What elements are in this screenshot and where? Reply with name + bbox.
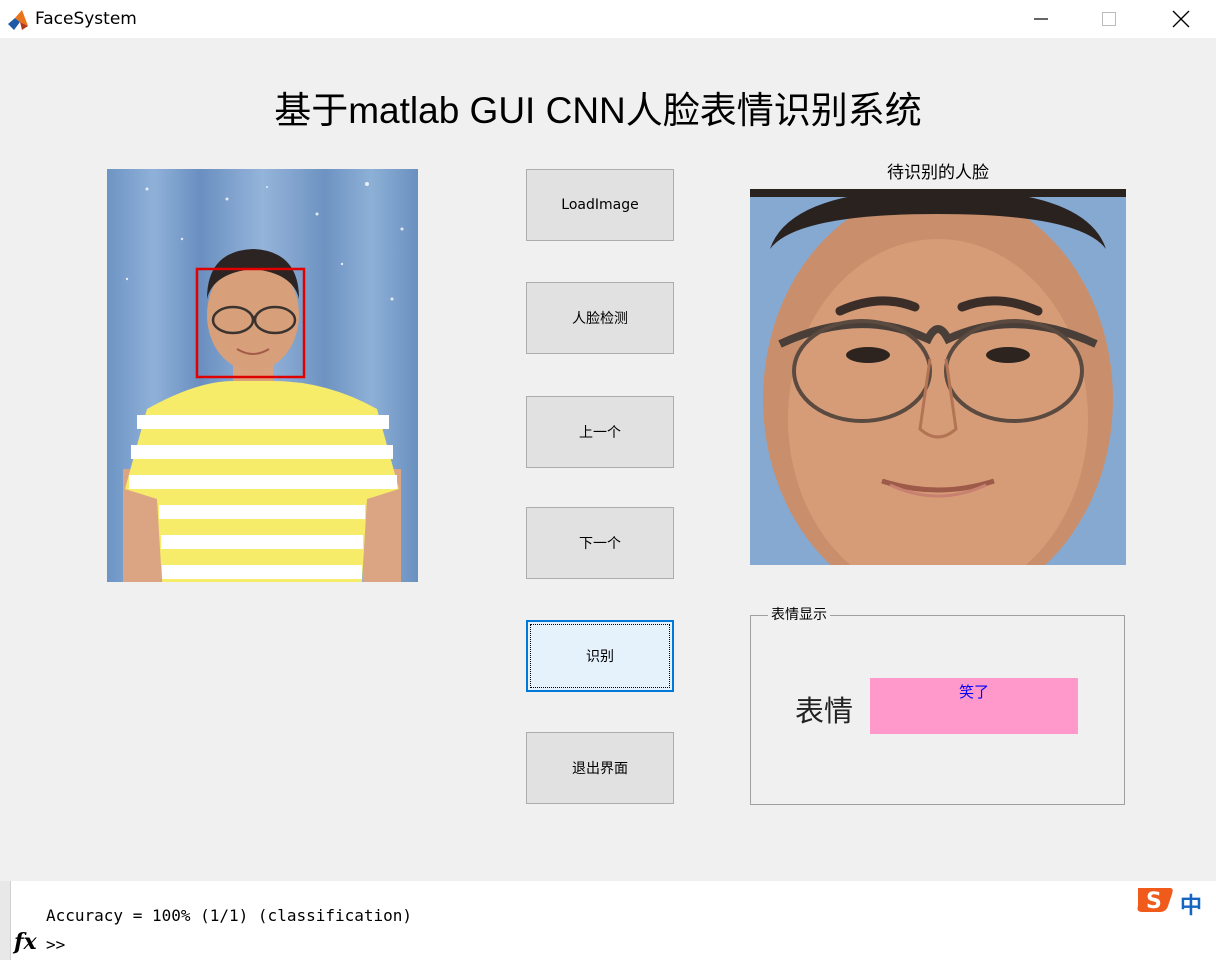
recognize-button[interactable]: 识别 [526,620,674,692]
close-icon [1172,10,1190,28]
matlab-icon [8,10,28,30]
exit-button[interactable]: 退出界面 [526,732,674,804]
source-image-axes [107,169,418,582]
fx-icon[interactable]: fx [14,929,37,955]
expression-result: 笑了 [870,678,1078,734]
close-button[interactable] [1146,0,1216,38]
ime-language-indicator[interactable]: 中 [1180,888,1202,920]
face-detect-button[interactable]: 人脸检测 [526,282,674,354]
face-crop [750,189,1126,565]
page-title: 基于matlab GUI CNN人脸表情识别系统 [274,90,922,131]
expression-label: 表情 [795,694,854,728]
face-axes-title: 待识别的人脸 [887,163,989,183]
face-image-axes [750,189,1126,565]
window-title: FaceSystem [35,9,137,29]
command-prompt[interactable]: >> [46,935,65,954]
expression-panel-title: 表情显示 [768,604,830,624]
person-photo [107,169,418,582]
next-button[interactable]: 下一个 [526,507,674,579]
previous-button[interactable]: 上一个 [526,396,674,468]
figure-window: 基于matlab GUI CNN人脸表情识别系统 待识别的人脸 LoadImag… [0,38,1216,881]
minimize-icon [1034,18,1048,20]
command-window-gutter [0,881,11,960]
maximize-icon [1102,12,1116,26]
load-image-button[interactable]: LoadImage [526,169,674,241]
maximize-button[interactable] [1074,0,1144,38]
command-output: Accuracy = 100% (1/1) (classification) [46,906,413,925]
command-window[interactable]: Accuracy = 100% (1/1) (classification) f… [0,881,1216,960]
svg-text:S: S [1146,889,1162,914]
minimize-button[interactable] [1006,0,1076,38]
window-title-bar[interactable]: FaceSystem [0,0,1216,38]
